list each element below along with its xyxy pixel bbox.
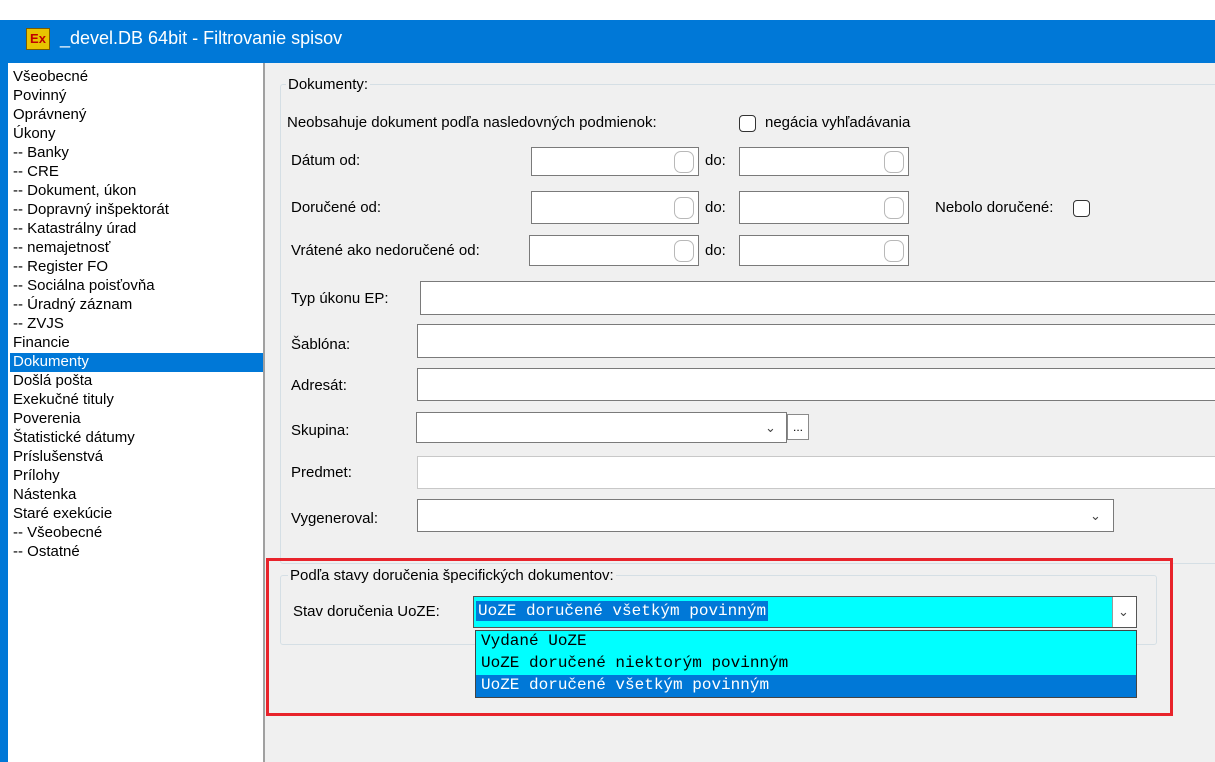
window-left-border <box>0 63 8 762</box>
date-from-label: Dátum od: <box>291 152 361 169</box>
nav-item-povinny[interactable]: Povinný <box>10 87 263 106</box>
nav-item-katastralny-urad[interactable]: -- Katastrálny úrad <box>10 220 263 239</box>
date-to-label: do: <box>705 152 726 169</box>
addressee-label: Adresát: <box>291 377 347 394</box>
nav-item-dokument-ukon[interactable]: -- Dokument, úkon <box>10 182 263 201</box>
returned-from-picker-button[interactable] <box>674 240 694 262</box>
delivered-from-label: Doručené od: <box>291 199 382 216</box>
returned-from-field[interactable] <box>529 235 699 266</box>
not-contains-label: Neobsahuje dokument podľa nasledovných p… <box>287 114 657 131</box>
date-from-picker-button[interactable] <box>674 151 694 173</box>
nav-item-dopravny-inspektorat[interactable]: -- Dopravný inšpektorát <box>10 201 263 220</box>
date-from-field[interactable] <box>531 147 699 176</box>
group-dropdown[interactable]: ⌄ <box>416 412 787 443</box>
group-browse-button[interactable]: ... <box>787 414 809 440</box>
nav-item-stare-vseobecne[interactable]: -- Všeobecné <box>10 524 263 543</box>
nav-item-prilohy[interactable]: Prílohy <box>10 467 263 486</box>
generated-by-dropdown[interactable]: ⌄ <box>417 499 1114 532</box>
template-field[interactable] <box>417 324 1215 358</box>
nav-item-uradny-zaznam[interactable]: -- Úradný záznam <box>10 296 263 315</box>
nav-item-opravneny[interactable]: Oprávnený <box>10 106 263 125</box>
title-bar[interactable]: Ex _devel.DB 64bit - Filtrovanie spisov <box>0 0 1215 63</box>
negation-label: negácia vyhľadávania <box>765 114 911 131</box>
nav-item-socialna-poistovna[interactable]: -- Sociálna poisťovňa <box>10 277 263 296</box>
template-label: Šablóna: <box>291 336 351 353</box>
nav-item-register-fo[interactable]: -- Register FO <box>10 258 263 277</box>
chevron-down-icon[interactable]: ⌄ <box>1090 509 1101 523</box>
ep-type-field[interactable] <box>420 281 1215 315</box>
returned-from-label: Vrátené ako nedoručené od: <box>291 242 480 259</box>
documents-group-title: Dokumenty: <box>286 76 371 94</box>
addressee-field[interactable] <box>417 368 1215 401</box>
nav-item-ukony[interactable]: Úkony <box>10 125 263 144</box>
nav-item-stare-exekucie[interactable]: Staré exekúcie <box>10 505 263 524</box>
category-tree[interactable]: Všeobecné Povinný Oprávnený Úkony -- Ban… <box>8 63 264 762</box>
nav-item-nastenka[interactable]: Nástenka <box>10 486 263 505</box>
group-label: Skupina: <box>291 422 350 439</box>
not-delivered-checkbox[interactable] <box>1073 200 1090 217</box>
chevron-down-icon[interactable]: ⌄ <box>765 421 776 435</box>
nav-item-nemajetnost[interactable]: -- nemajetnosť <box>10 239 263 258</box>
nav-item-cre[interactable]: -- CRE <box>10 163 263 182</box>
window-title: _devel.DB 64bit - Filtrovanie spisov <box>60 28 343 48</box>
nav-item-dosla-posta[interactable]: Došlá pošta <box>10 372 263 391</box>
nav-item-dokumenty[interactable]: Dokumenty <box>10 353 263 372</box>
nav-item-poverenia[interactable]: Poverenia <box>10 410 263 429</box>
delivered-to-picker-button[interactable] <box>884 197 904 219</box>
app-icon: Ex <box>26 28 50 50</box>
ep-type-label: Typ úkonu EP: <box>291 290 389 307</box>
delivered-to-label: do: <box>705 199 726 216</box>
highlight-annotation <box>266 558 1173 716</box>
subject-field[interactable] <box>417 456 1215 489</box>
subject-label: Predmet: <box>291 464 352 481</box>
nav-item-financie[interactable]: Financie <box>10 334 263 353</box>
negation-checkbox[interactable] <box>739 115 756 132</box>
nav-item-exekucne-tituly[interactable]: Exekučné tituly <box>10 391 263 410</box>
delivered-to-field[interactable] <box>739 191 909 224</box>
nav-item-zvjs[interactable]: -- ZVJS <box>10 315 263 334</box>
nav-item-statisticke-datumy[interactable]: Štatistické dátumy <box>10 429 263 448</box>
not-delivered-label: Nebolo doručené: <box>935 199 1054 216</box>
returned-to-field[interactable] <box>739 235 909 266</box>
date-to-picker-button[interactable] <box>884 151 904 173</box>
delivered-from-field[interactable] <box>531 191 699 224</box>
nav-item-banky[interactable]: -- Banky <box>10 144 263 163</box>
returned-to-picker-button[interactable] <box>884 240 904 262</box>
delivered-from-picker-button[interactable] <box>674 197 694 219</box>
returned-to-label: do: <box>705 242 726 259</box>
generated-by-label: Vygeneroval: <box>291 510 378 527</box>
nav-item-prislusenstva[interactable]: Príslušenstvá <box>10 448 263 467</box>
nav-item-vseobecne[interactable]: Všeobecné <box>10 68 263 87</box>
date-to-field[interactable] <box>739 147 909 176</box>
nav-item-ostatne[interactable]: -- Ostatné <box>10 543 263 562</box>
